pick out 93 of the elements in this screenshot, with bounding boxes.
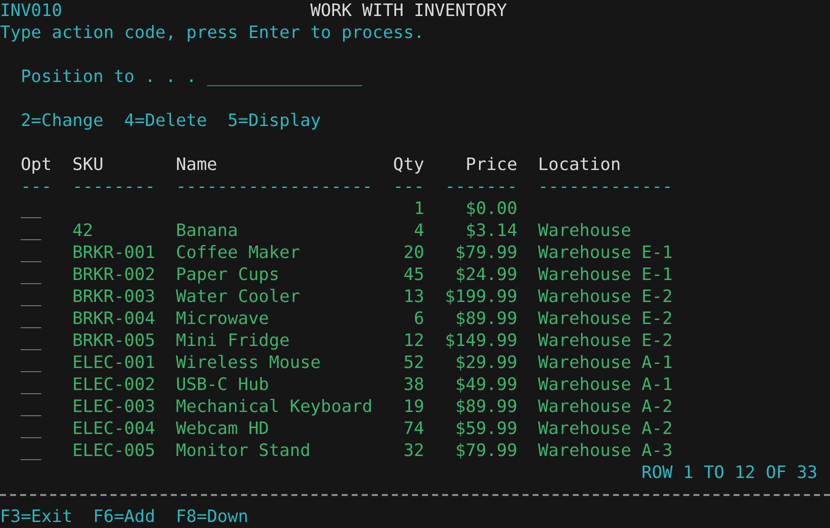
table-cell: Coffee Maker [176,242,300,264]
column-header: SKU [72,154,104,176]
column-underline: --- [393,176,424,198]
column-underline: ------------- [538,176,673,198]
table-cell: USB-C Hub [176,374,270,396]
table-cell: Warehouse A-1 [538,374,673,396]
column-header: Qty [393,154,424,176]
option-input-field[interactable]: __ [20,220,42,242]
table-cell: 6 [414,308,424,330]
column-underline: ------- [444,176,518,198]
table-cell: Monitor Stand [176,440,310,462]
table-cell: ELEC-002 [72,374,156,396]
table-cell: ELEC-005 [72,440,156,462]
table-cell: 42 [72,220,94,242]
table-cell: 19 [404,396,424,418]
column-header: Opt [20,154,52,176]
table-cell: Water Cooler [176,286,300,308]
table-cell: 1 [414,198,424,220]
function-key[interactable]: F6=Add [93,506,156,528]
table-cell: $3.14 [466,220,518,242]
option-legend: 5=Display [228,110,321,132]
table-cell: 13 [404,286,424,308]
table-cell: $49.99 [455,374,518,396]
table-cell: ELEC-004 [72,418,156,440]
table-cell: Warehouse [538,220,632,242]
program-id: INV010 [0,0,62,22]
table-cell: Warehouse A-1 [538,352,673,374]
table-cell: Paper Cups [176,264,280,286]
option-input-field[interactable]: __ [20,198,42,220]
table-cell: BRKR-002 [72,264,156,286]
table-cell: $0.00 [466,198,518,220]
row-indicator: ROW 1 TO 12 OF 33 [642,462,818,484]
position-to-label: Position to . . . [20,66,198,88]
column-underline: ------------------- [176,176,372,198]
option-input-field[interactable]: __ [20,242,42,264]
option-legend: 4=Delete [124,110,207,132]
table-cell: $199.99 [444,286,518,308]
instruction-text: Type action code, press Enter to process. [0,22,424,44]
option-input-field[interactable]: __ [20,330,42,352]
column-header: Location [538,154,621,176]
function-key[interactable]: F3=Exit [0,506,72,528]
table-cell: $29.99 [455,352,518,374]
table-cell: Warehouse A-3 [538,440,673,462]
table-cell: Warehouse E-2 [538,308,673,330]
table-cell: 12 [404,330,424,352]
table-cell: Warehouse E-2 [538,330,673,352]
option-input-field[interactable]: __ [20,374,42,396]
table-cell: BRKR-004 [72,308,156,330]
table-cell: Warehouse E-2 [538,286,673,308]
option-input-field[interactable]: __ [20,286,42,308]
table-cell: 32 [404,440,424,462]
table-cell: $59.99 [455,418,518,440]
table-cell: 38 [404,374,424,396]
table-cell: BRKR-005 [72,330,156,352]
table-cell: 4 [414,220,424,242]
option-legend: 2=Change [20,110,104,132]
table-cell: Wireless Mouse [176,352,321,374]
table-cell: ELEC-001 [72,352,156,374]
table-cell: Mini Fridge [176,330,290,352]
option-input-field[interactable]: __ [20,308,42,330]
table-cell: BRKR-001 [72,242,156,264]
column-header: Price [466,154,518,176]
option-input-field[interactable]: __ [20,396,42,418]
option-input-field[interactable]: __ [20,352,42,374]
table-cell: Webcam HD [176,418,270,440]
screen-title: WORK WITH INVENTORY [310,0,508,22]
option-input-field[interactable]: __ [20,440,42,462]
table-cell: Banana [176,220,238,242]
option-input-field[interactable]: __ [20,264,42,286]
table-cell: Warehouse A-2 [538,418,673,440]
column-underline: --- [20,176,52,198]
table-cell: ELEC-003 [72,396,156,418]
table-cell: $89.99 [455,396,518,418]
table-cell: Microwave [176,308,270,330]
table-cell: $79.99 [455,242,518,264]
table-cell: $24.99 [455,264,518,286]
table-cell: $149.99 [444,330,518,352]
table-cell: Warehouse E-1 [538,242,673,264]
table-cell: BRKR-003 [72,286,156,308]
table-cell: 20 [404,242,424,264]
column-header: Name [176,154,218,176]
table-cell: Warehouse E-1 [538,264,673,286]
table-cell: $79.99 [455,440,518,462]
table-cell: $89.99 [455,308,518,330]
table-cell: 52 [404,352,424,374]
table-cell: Mechanical Keyboard [176,396,372,418]
option-input-field[interactable]: __ [20,418,42,440]
input-field[interactable]: _______________ [206,66,362,88]
function-key[interactable]: F8=Down [176,506,248,528]
table-cell: 74 [404,418,424,440]
table-cell: 45 [404,264,424,286]
column-underline: -------- [72,176,156,198]
table-cell: Warehouse A-2 [538,396,673,418]
